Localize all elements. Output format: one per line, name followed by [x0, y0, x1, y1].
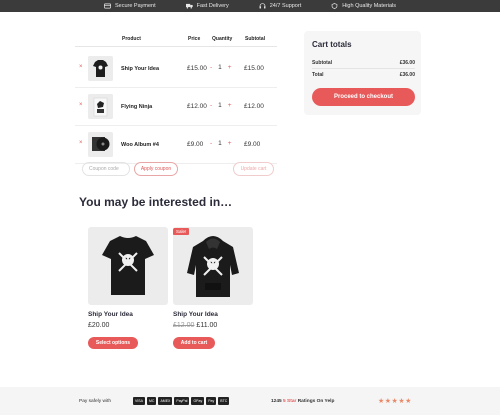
quantity-value[interactable]: 1: [218, 64, 222, 71]
hoodie-icon: [187, 236, 239, 297]
sale-badge: Sale!: [173, 228, 190, 235]
apple-pay-icon: Pay: [206, 397, 217, 405]
feature-label: 24/7 Support: [269, 3, 302, 9]
quantity-plus-button[interactable]: +: [228, 140, 232, 147]
amex-icon: AMEX: [158, 397, 173, 405]
footer-bar: Pay safely with VISA MC AMEX PayPal GPay…: [0, 387, 500, 415]
rating-count: 1245: [271, 399, 282, 404]
headphones-icon: [259, 3, 266, 9]
bitcoin-icon: BTC: [218, 397, 230, 405]
product-image[interactable]: Sale!: [173, 227, 253, 305]
feature-fast-delivery: Fast Delivery: [185, 3, 229, 9]
cart-row: × Woo Album #4 £9.00 - 1 + £9.00: [75, 126, 277, 164]
cart-totals-panel: Cart totals Subtotal £36.00 Total £36.00…: [304, 31, 421, 115]
quantity-value[interactable]: 1: [218, 102, 222, 109]
product-name-link[interactable]: Flying Ninja: [121, 104, 152, 110]
total-line: Total £36.00: [312, 72, 415, 78]
feature-secure-payment: Secure Payment: [103, 3, 156, 9]
top-feature-bar: Secure Payment Fast Delivery 24/7 Suppor…: [0, 0, 500, 12]
update-cart-button[interactable]: Update cart: [233, 162, 274, 176]
apply-coupon-button[interactable]: Apply coupon: [134, 162, 178, 176]
product-price: £20.00: [88, 322, 109, 329]
paypal-icon: PayPal: [174, 397, 190, 405]
cart-totals-title: Cart totals: [312, 40, 352, 49]
truck-icon: [185, 3, 193, 9]
total-value: £36.00: [399, 72, 415, 78]
product-thumbnail[interactable]: [88, 94, 113, 119]
product-subtotal: £15.00: [244, 65, 264, 72]
quantity-plus-button[interactable]: +: [228, 64, 232, 71]
total-label: Total: [312, 72, 324, 78]
old-price: £12.00: [173, 322, 195, 329]
product-thumbnail[interactable]: [88, 132, 113, 157]
product-name-link[interactable]: Ship Your Idea: [88, 311, 133, 318]
quantity-stepper: - 1 +: [210, 140, 232, 147]
shield-icon: [331, 3, 338, 9]
current-price: £20.00: [88, 322, 110, 329]
feature-quality: High Quality Materials: [331, 3, 396, 9]
rating-star-word: 5 Star: [283, 399, 297, 404]
feature-label: Secure Payment: [114, 3, 156, 9]
quantity-minus-button[interactable]: -: [210, 102, 212, 109]
coupon-code-input[interactable]: Coupon code: [82, 162, 130, 176]
feature-label: Fast Delivery: [196, 3, 229, 9]
visa-icon: VISA: [133, 397, 145, 405]
cart-row: × Flying Ninja £12.00 - 1 + £12.00: [75, 88, 277, 126]
subtotal-value: £36.00: [399, 60, 415, 66]
quantity-stepper: - 1 +: [210, 64, 232, 71]
divider: [312, 68, 415, 69]
credit-card-icon: [103, 3, 111, 9]
product-subtotal: £12.00: [244, 103, 264, 110]
product-name-link[interactable]: Woo Album #4: [121, 142, 159, 148]
remove-item-button[interactable]: ×: [79, 140, 83, 146]
cart-row: × Ship Your Idea £15.00 - 1 + £15.00: [75, 50, 277, 88]
product-image[interactable]: [88, 227, 168, 305]
header-price: Price: [188, 36, 201, 42]
product-price: £15.00: [187, 65, 207, 72]
add-to-cart-button[interactable]: Add to cart: [173, 337, 215, 349]
google-pay-icon: GPay: [191, 397, 205, 405]
feature-support: 24/7 Support: [259, 3, 302, 9]
feature-label: High Quality Materials: [342, 3, 397, 9]
mastercard-icon: MC: [146, 397, 157, 405]
product-price: £12.00 £11.00: [173, 322, 217, 329]
select-options-button[interactable]: Select options: [88, 337, 138, 349]
header-quantity: Quantity: [212, 36, 233, 42]
remove-item-button[interactable]: ×: [79, 64, 83, 70]
product-subtotal: £9.00: [244, 141, 261, 148]
product-thumbnail[interactable]: [88, 56, 113, 81]
album-icon: [88, 132, 113, 157]
remove-item-button[interactable]: ×: [79, 102, 83, 108]
quantity-value[interactable]: 1: [218, 140, 222, 147]
quantity-minus-button[interactable]: -: [210, 140, 212, 147]
header-product: Product: [122, 36, 141, 42]
product-card: Ship Your Idea £20.00 Select options: [88, 227, 168, 349]
tshirt-icon: [102, 236, 154, 295]
proceed-to-checkout-button[interactable]: Proceed to checkout: [312, 88, 415, 106]
product-price: £9.00: [187, 141, 204, 148]
tshirt-icon: [88, 56, 113, 81]
quantity-stepper: - 1 +: [210, 102, 232, 109]
section-title-interested: You may be interested in…: [79, 195, 233, 209]
product-price: £12.00: [187, 103, 207, 110]
pay-safely-label: Pay safely with: [79, 399, 111, 404]
cart-table-header: Product Price Quantity Subtotal: [75, 33, 277, 47]
star-rating-icon: ★★★★★: [378, 398, 412, 405]
subtotal-label: Subtotal: [312, 60, 332, 66]
product-name-link[interactable]: Ship Your Idea: [121, 66, 159, 72]
header-subtotal: Subtotal: [245, 36, 265, 42]
product-card: Sale! Ship Your Idea £12.00 £11.00 Add to…: [173, 227, 253, 349]
subtotal-line: Subtotal £36.00: [312, 60, 415, 66]
yelp-rating-text: 1245 5 Star Ratings On Yelp: [271, 399, 334, 404]
quantity-minus-button[interactable]: -: [210, 64, 212, 71]
rating-suffix: Ratings On Yelp: [297, 399, 335, 404]
payment-methods: VISA MC AMEX PayPal GPay Pay BTC: [133, 397, 230, 405]
cart-table: Product Price Quantity Subtotal × Ship Y…: [75, 33, 277, 164]
poster-icon: [88, 94, 113, 119]
product-name-link[interactable]: Ship Your Idea: [173, 311, 218, 318]
quantity-plus-button[interactable]: +: [228, 102, 232, 109]
current-price: £11.00: [196, 322, 218, 329]
